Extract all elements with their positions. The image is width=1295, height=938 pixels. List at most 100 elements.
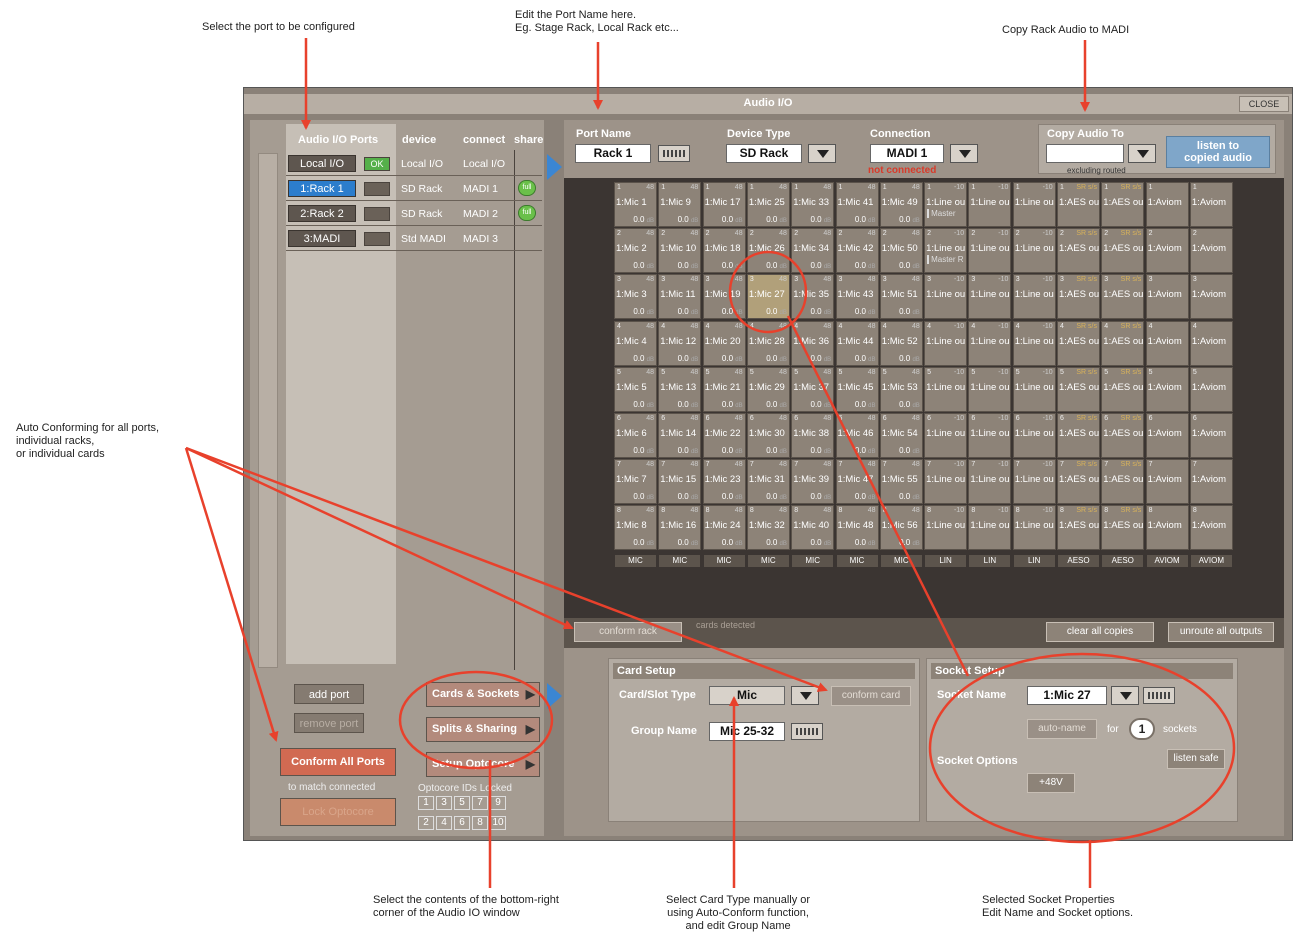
clear-copies-button[interactable]: clear all copies [1046, 622, 1154, 642]
socket-cell[interactable]: 6 1:Aviom [1145, 413, 1189, 458]
socket-cell[interactable]: 5 48 1:Mic 45 0.0 dB [835, 366, 879, 412]
close-button[interactable]: CLOSE [1239, 96, 1289, 112]
socket-cell[interactable]: 8 -10 1:Line ou [924, 505, 968, 551]
socket-cell[interactable]: 6 SR s/s 1:AES ou [1101, 413, 1145, 458]
socket-cell[interactable]: 4 48 1:Mic 28 0.0 dB [746, 320, 790, 366]
phantom-power-button[interactable]: +48V [1027, 773, 1075, 793]
socket-cell[interactable]: 4 -10 1:Line ou [968, 320, 1012, 366]
socket-cell[interactable]: 2 -10 1:Line ou Master R [924, 228, 968, 274]
socket-cell[interactable]: 8 48 1:Mic 16 0.0 dB [658, 505, 702, 551]
keyboard-icon[interactable] [658, 145, 690, 162]
port-button[interactable]: Local I/O [288, 155, 356, 172]
socket-cell[interactable]: 7 -10 1:Line ou [924, 459, 968, 505]
card-type-label[interactable]: LIN [968, 553, 1012, 568]
socket-cell[interactable]: 6 -10 1:Line ou [968, 413, 1012, 458]
socket-cell[interactable]: 5 SR s/s 1:AES ou [1057, 366, 1100, 412]
socket-cell[interactable]: 6 48 1:Mic 38 0.0 dB [791, 413, 835, 458]
card-type-label[interactable]: AESO [1057, 553, 1100, 568]
socket-cell[interactable]: 2 48 1:Mic 2 0.0 dB [614, 228, 657, 274]
socket-cell[interactable]: 7 48 1:Mic 7 0.0 dB [614, 459, 657, 505]
socket-cell[interactable]: 5 SR s/s 1:AES ou [1101, 366, 1145, 412]
card-type-label[interactable]: MIC [791, 553, 835, 568]
socket-cell[interactable]: 4 48 1:Mic 20 0.0 dB [702, 320, 746, 366]
socket-cell[interactable]: 5 48 1:Mic 5 0.0 dB [614, 366, 657, 412]
socket-cell[interactable]: 4 1:Aviom [1145, 320, 1189, 366]
socket-cell[interactable]: 7 1:Aviom [1145, 459, 1189, 505]
optocore-id-box[interactable]: 8 [472, 816, 488, 830]
card-type-label[interactable]: MIC [746, 553, 790, 568]
socket-cell[interactable]: 8 48 1:Mic 24 0.0 dB [702, 505, 746, 551]
socket-cell[interactable]: 1 -10 1:Line ou Master [924, 182, 968, 227]
optocore-id-box[interactable]: 6 [454, 816, 470, 830]
socket-cell[interactable]: 6 48 1:Mic 30 0.0 dB [746, 413, 790, 458]
socket-cell[interactable]: 8 48 1:Mic 32 0.0 dB [746, 505, 790, 551]
socket-cell[interactable]: 4 1:Aviom [1189, 320, 1233, 366]
socket-cell[interactable]: 7 SR s/s 1:AES ou [1101, 459, 1145, 505]
socket-cell[interactable]: 1 48 1:Mic 1 0.0 dB [614, 182, 657, 227]
socket-cell[interactable]: 4 SR s/s 1:AES ou [1057, 320, 1100, 366]
socket-cell[interactable]: 5 1:Aviom [1189, 366, 1233, 412]
socket-cell[interactable]: 7 1:Aviom [1189, 459, 1233, 505]
socket-cell[interactable]: 6 48 1:Mic 54 0.0 dB [879, 413, 923, 458]
socket-cell[interactable]: 5 48 1:Mic 13 0.0 dB [658, 366, 702, 412]
group-name-field[interactable]: Mic 25-32 [709, 722, 785, 741]
socket-cell[interactable]: 8 SR s/s 1:AES ou [1057, 505, 1100, 551]
socket-cell[interactable]: 5 48 1:Mic 53 0.0 dB [879, 366, 923, 412]
port-row-rack1[interactable]: 1:Rack 1 SD Rack MADI 1 full [286, 177, 542, 201]
socket-cell[interactable]: 6 48 1:Mic 22 0.0 dB [702, 413, 746, 458]
socket-cell[interactable]: 1 SR s/s 1:AES ou [1101, 182, 1145, 227]
keyboard-icon[interactable] [1143, 687, 1175, 704]
socket-cell[interactable]: 1 48 1:Mic 9 0.0 dB [658, 182, 702, 227]
socket-cell[interactable]: 8 -10 1:Line ou [1012, 505, 1056, 551]
socket-cell[interactable]: 3 1:Aviom [1189, 274, 1233, 320]
slot-type-dropdown[interactable] [791, 686, 819, 705]
socket-cell[interactable]: 2 1:Aviom [1145, 228, 1189, 274]
card-type-label[interactable]: LIN [924, 553, 968, 568]
socket-cell[interactable]: 4 48 1:Mic 52 0.0 dB [879, 320, 923, 366]
socket-cell[interactable]: 7 48 1:Mic 39 0.0 dB [791, 459, 835, 505]
setup-optocore-tab[interactable]: Setup Optocore ▶ [426, 752, 540, 777]
socket-cell[interactable]: 7 48 1:Mic 31 0.0 dB [746, 459, 790, 505]
socket-cell[interactable]: 2 48 1:Mic 50 0.0 dB [879, 228, 923, 274]
card-type-label[interactable]: MIC [658, 553, 702, 568]
socket-cell[interactable]: 2 48 1:Mic 18 0.0 dB [702, 228, 746, 274]
copy-audio-dropdown[interactable] [1128, 144, 1156, 163]
socket-cell[interactable]: 8 48 1:Mic 48 0.0 dB [835, 505, 879, 551]
socket-cell[interactable]: 8 48 1:Mic 8 0.0 dB [614, 505, 657, 551]
socket-cell[interactable]: 4 48 1:Mic 4 0.0 dB [614, 320, 657, 366]
conform-all-ports-button[interactable]: Conform All Ports [280, 748, 396, 776]
optocore-id-box[interactable]: 2 [418, 816, 434, 830]
socket-cell[interactable]: 2 48 1:Mic 10 0.0 dB [658, 228, 702, 274]
socket-name-field[interactable]: 1:Mic 27 [1027, 686, 1107, 705]
socket-cell[interactable]: 8 48 1:Mic 40 0.0 dB [791, 505, 835, 551]
card-type-label[interactable]: LIN [1012, 553, 1056, 568]
socket-cell[interactable]: 3 48 1:Mic 27 0.0 dB [746, 274, 790, 320]
socket-cell[interactable]: 2 -10 1:Line ou [968, 228, 1012, 274]
socket-cell[interactable]: 6 SR s/s 1:AES ou [1057, 413, 1100, 458]
socket-cell[interactable]: 6 48 1:Mic 14 0.0 dB [658, 413, 702, 458]
socket-cell[interactable]: 6 48 1:Mic 46 0.0 dB [835, 413, 879, 458]
optocore-id-box[interactable]: 9 [490, 796, 506, 810]
socket-cell[interactable]: 1 48 1:Mic 41 0.0 dB [835, 182, 879, 227]
socket-cell[interactable]: 7 48 1:Mic 55 0.0 dB [879, 459, 923, 505]
socket-cell[interactable]: 8 -10 1:Line ou [968, 505, 1012, 551]
socket-cell[interactable]: 3 48 1:Mic 3 0.0 dB [614, 274, 657, 320]
port-row-rack2[interactable]: 2:Rack 2 SD Rack MADI 2 full [286, 202, 542, 226]
socket-cell[interactable]: 4 -10 1:Line ou [1012, 320, 1056, 366]
socket-cell[interactable]: 3 SR s/s 1:AES ou [1101, 274, 1145, 320]
socket-cell[interactable]: 7 -10 1:Line ou [968, 459, 1012, 505]
card-type-label[interactable]: AVIOM [1145, 553, 1189, 568]
listen-copied-button[interactable]: listen to copied audio [1166, 136, 1270, 168]
socket-cell[interactable]: 5 -10 1:Line ou [924, 366, 968, 412]
socket-cell[interactable]: 5 48 1:Mic 37 0.0 dB [791, 366, 835, 412]
optocore-id-box[interactable]: 1 [418, 796, 434, 810]
socket-cell[interactable]: 7 48 1:Mic 15 0.0 dB [658, 459, 702, 505]
port-button[interactable]: 1:Rack 1 [288, 180, 356, 197]
socket-cell[interactable]: 2 48 1:Mic 34 0.0 dB [791, 228, 835, 274]
socket-cell[interactable]: 7 -10 1:Line ou [1012, 459, 1056, 505]
socket-cell[interactable]: 4 48 1:Mic 36 0.0 dB [791, 320, 835, 366]
socket-cell[interactable]: 1 -10 1:Line ou [1012, 182, 1056, 227]
optocore-id-box[interactable]: 7 [472, 796, 488, 810]
port-button[interactable]: 2:Rack 2 [288, 205, 356, 222]
socket-cell[interactable]: 6 -10 1:Line ou [1012, 413, 1056, 458]
